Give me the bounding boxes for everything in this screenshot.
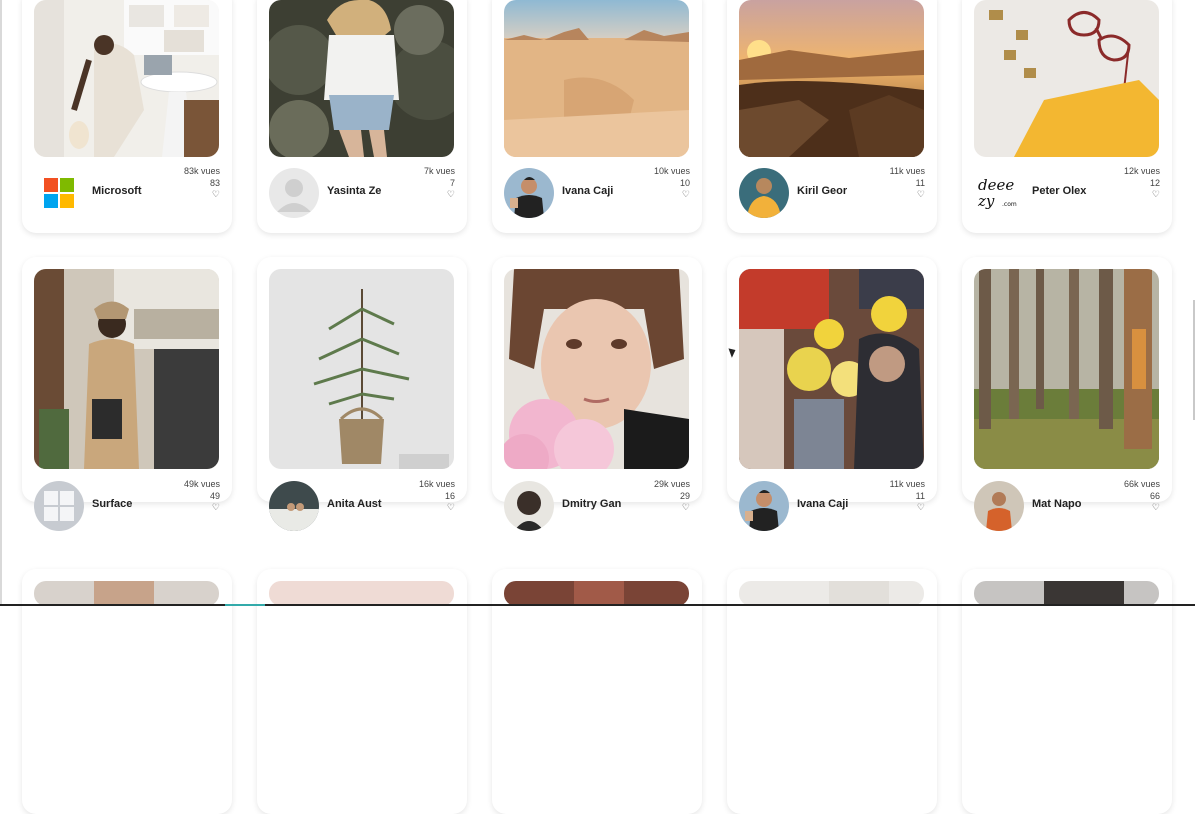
card-info: Surface 49k vues 49 ♡ bbox=[34, 478, 220, 531]
card-info: Yasinta Ze 7k vues 7 ♡ bbox=[269, 165, 455, 218]
deezy-logo-line2: zy bbox=[977, 192, 995, 210]
card-photo[interactable] bbox=[504, 269, 689, 469]
card-photo[interactable] bbox=[34, 269, 219, 469]
heart-icon[interactable]: ♡ bbox=[890, 502, 925, 512]
card-photo[interactable] bbox=[504, 0, 689, 157]
card-photo[interactable] bbox=[504, 581, 689, 606]
likes-count: 7 bbox=[449, 178, 455, 188]
author-avatar[interactable] bbox=[974, 481, 1024, 531]
gallery-card[interactable]: Yasinta Ze 7k vues 7 ♡ bbox=[257, 0, 467, 233]
author-name[interactable]: Mat Napo bbox=[1032, 498, 1082, 510]
author-name[interactable]: Surface bbox=[92, 498, 132, 510]
views-count: 12k vues bbox=[1123, 166, 1160, 176]
author-avatar[interactable] bbox=[504, 168, 554, 218]
card-photo[interactable] bbox=[34, 0, 219, 157]
views-count: 11k vues bbox=[889, 166, 925, 176]
card-info: Anita Aust 16k vues 16 ♡ bbox=[269, 478, 455, 531]
likes-count: 83 bbox=[209, 178, 220, 188]
gallery-card[interactable]: Dmitry Gan 29k vues 29 ♡ bbox=[492, 257, 702, 531]
deezy-logo-icon[interactable]: deee zy .com bbox=[974, 168, 1024, 218]
card-photo[interactable] bbox=[974, 269, 1159, 469]
author-name[interactable]: Ivana Caji bbox=[797, 498, 848, 510]
card-photo[interactable] bbox=[739, 269, 924, 469]
author-name[interactable]: Ivana Caji bbox=[562, 185, 613, 197]
heart-icon[interactable]: ♡ bbox=[654, 189, 690, 199]
windows-logo-icon[interactable] bbox=[34, 481, 84, 531]
likes-count: 49 bbox=[209, 491, 220, 501]
card-photo[interactable] bbox=[269, 581, 454, 606]
author-name[interactable]: Yasinta Ze bbox=[327, 185, 381, 197]
author-avatar[interactable] bbox=[504, 481, 554, 531]
microsoft-logo-icon[interactable] bbox=[34, 168, 84, 218]
views-count: 83k vues bbox=[183, 166, 220, 176]
author-name[interactable]: Kiril Geor bbox=[797, 185, 847, 197]
card-stats: 7k vues 7 ♡ bbox=[424, 165, 455, 199]
heart-icon[interactable]: ♡ bbox=[184, 502, 220, 512]
deezy-logo-suffix: .com bbox=[1002, 201, 1017, 208]
card-stats: 11k vues 11 ♡ bbox=[890, 165, 925, 199]
card-stats: 12k vues 12 ♡ bbox=[1124, 165, 1160, 199]
card-info: Dmitry Gan 29k vues 29 ♡ bbox=[504, 478, 690, 531]
heart-icon[interactable]: ♡ bbox=[654, 502, 690, 512]
gallery-card[interactable]: deee zy .com Peter Olex 12k vues 12 ♡ bbox=[962, 0, 1172, 233]
card-stats: 10k vues 10 ♡ bbox=[654, 165, 690, 199]
card-photo[interactable] bbox=[739, 581, 924, 606]
author-name[interactable]: Peter Olex bbox=[1032, 185, 1086, 197]
card-photo[interactable] bbox=[269, 0, 454, 157]
likes-count: 12 bbox=[1149, 178, 1160, 188]
card-stats: 11k vues 11 ♡ bbox=[890, 478, 925, 512]
likes-count: 29 bbox=[679, 491, 690, 501]
heart-icon[interactable]: ♡ bbox=[184, 189, 220, 199]
likes-count: 10 bbox=[679, 178, 690, 188]
views-count: 11k vues bbox=[889, 479, 925, 489]
likes-count: 16 bbox=[444, 491, 455, 501]
card-info: Ivana Caji 10k vues 10 ♡ bbox=[504, 165, 690, 218]
card-info: Kiril Geor 11k vues 11 ♡ bbox=[739, 165, 925, 218]
card-info: Ivana Caji 11k vues 11 ♡ bbox=[739, 478, 925, 531]
likes-count: 66 bbox=[1149, 491, 1160, 501]
gallery-card[interactable]: Ivana Caji 11k vues 11 ♡ bbox=[727, 257, 937, 531]
card-stats: 66k vues 66 ♡ bbox=[1124, 478, 1160, 512]
gallery-grid: Microsoft 83k vues 83 ♡ Yasinta Ze 7k vu… bbox=[0, 0, 1195, 814]
author-avatar[interactable] bbox=[739, 481, 789, 531]
author-name[interactable]: Dmitry Gan bbox=[562, 498, 621, 510]
gallery-card[interactable]: Kiril Geor 11k vues 11 ♡ bbox=[727, 0, 937, 233]
gallery-card[interactable]: Ivana Caji 10k vues 10 ♡ bbox=[492, 0, 702, 233]
gallery-card[interactable]: Anita Aust 16k vues 16 ♡ bbox=[257, 257, 467, 531]
views-count: 66k vues bbox=[1123, 479, 1160, 489]
views-count: 7k vues bbox=[423, 166, 455, 176]
views-count: 29k vues bbox=[653, 479, 690, 489]
likes-count: 11 bbox=[915, 178, 925, 188]
gallery-card[interactable]: Surface 49k vues 49 ♡ bbox=[22, 257, 232, 531]
author-name[interactable]: Anita Aust bbox=[327, 498, 382, 510]
heart-icon[interactable]: ♡ bbox=[890, 189, 925, 199]
views-count: 49k vues bbox=[183, 479, 220, 489]
heart-icon[interactable]: ♡ bbox=[1124, 502, 1160, 512]
heart-icon[interactable]: ♡ bbox=[1124, 189, 1160, 199]
gallery-card[interactable]: Mat Napo 66k vues 66 ♡ bbox=[962, 257, 1172, 531]
author-avatar[interactable] bbox=[269, 481, 319, 531]
card-info: deee zy .com Peter Olex 12k vues 12 ♡ bbox=[974, 165, 1160, 218]
card-photo[interactable] bbox=[974, 0, 1159, 157]
gallery-card[interactable]: Microsoft 83k vues 83 ♡ bbox=[22, 0, 232, 233]
heart-icon[interactable]: ♡ bbox=[424, 189, 455, 199]
card-stats: 16k vues 16 ♡ bbox=[419, 478, 455, 512]
card-photo[interactable] bbox=[269, 269, 454, 469]
likes-count: 11 bbox=[915, 491, 925, 501]
card-info: Mat Napo 66k vues 66 ♡ bbox=[974, 478, 1160, 531]
author-avatar[interactable] bbox=[739, 168, 789, 218]
card-photo[interactable] bbox=[739, 0, 924, 157]
author-name[interactable]: Microsoft bbox=[92, 185, 142, 197]
views-count: 16k vues bbox=[418, 479, 455, 489]
views-count: 10k vues bbox=[653, 166, 690, 176]
card-photo[interactable] bbox=[34, 581, 219, 606]
card-stats: 83k vues 83 ♡ bbox=[184, 165, 220, 199]
default-avatar-icon[interactable] bbox=[269, 168, 319, 218]
card-photo[interactable] bbox=[974, 581, 1159, 606]
card-stats: 29k vues 29 ♡ bbox=[654, 478, 690, 512]
card-stats: 49k vues 49 ♡ bbox=[184, 478, 220, 512]
card-info: Microsoft 83k vues 83 ♡ bbox=[34, 165, 220, 218]
heart-icon[interactable]: ♡ bbox=[419, 502, 455, 512]
